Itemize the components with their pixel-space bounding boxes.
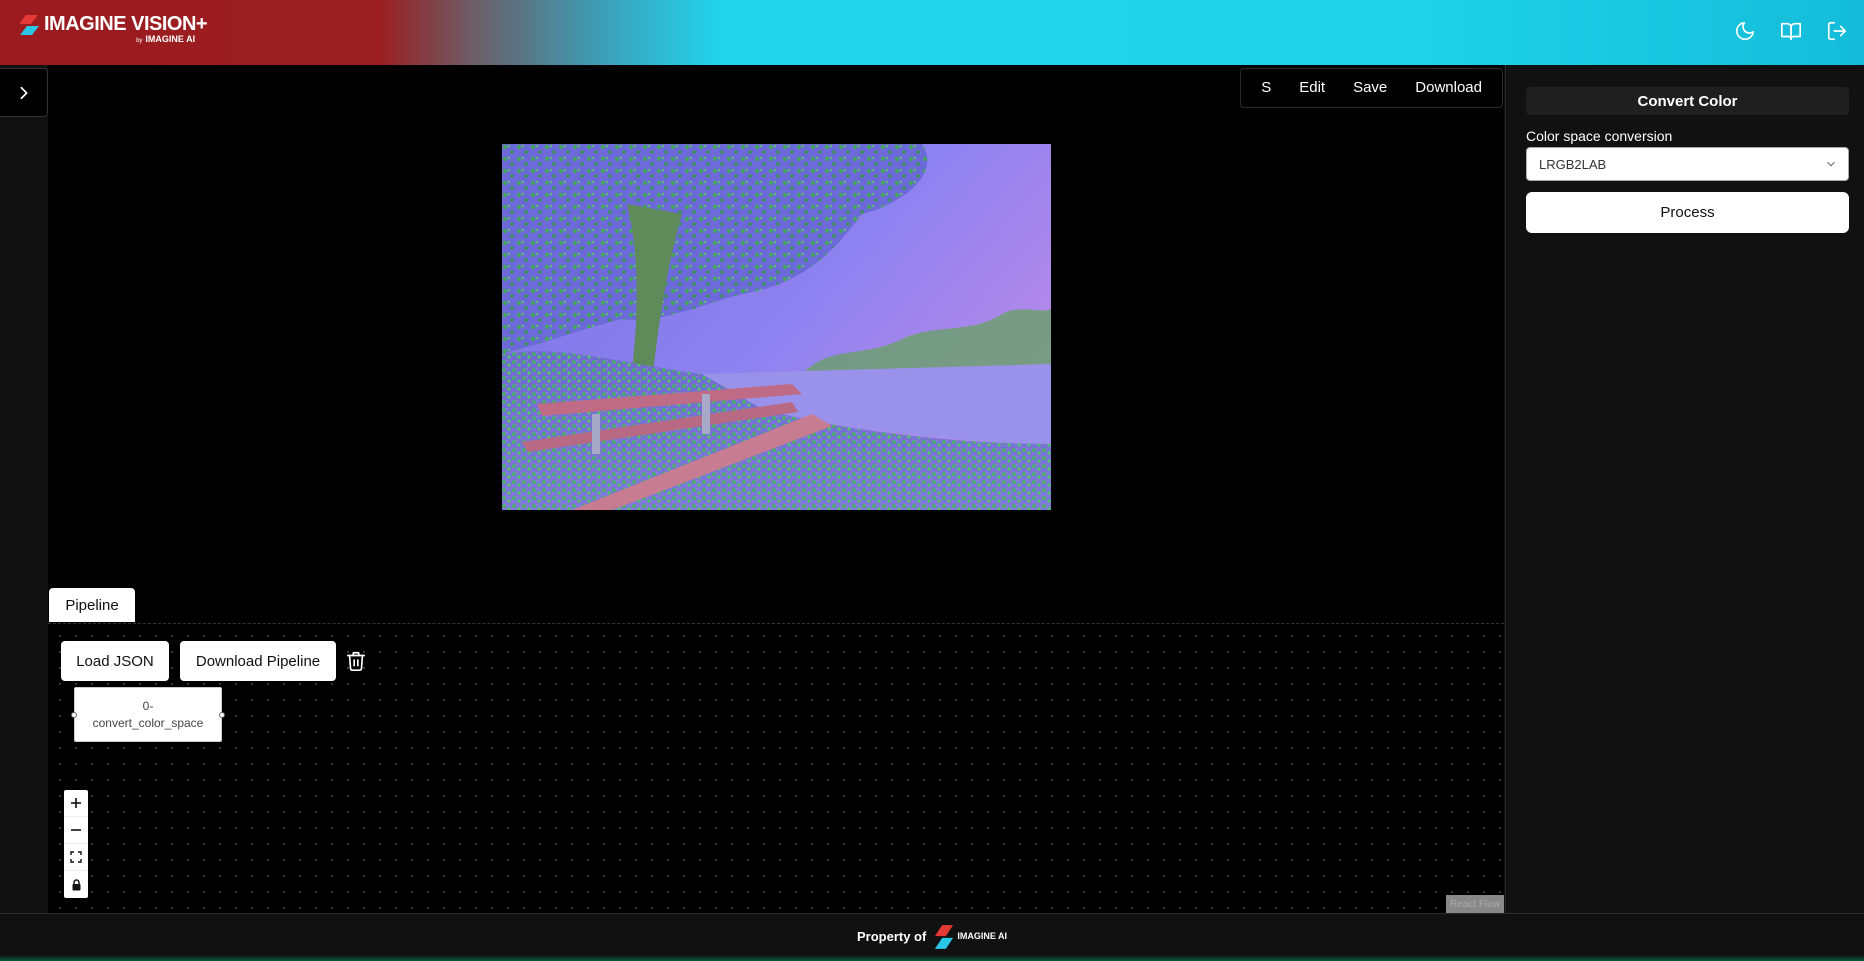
chevron-down-icon — [1827, 161, 1835, 167]
node-input-handle[interactable] — [71, 712, 77, 718]
lock-icon — [72, 878, 80, 890]
footer-text: Property of — [856, 929, 927, 944]
chevron-right-icon — [20, 86, 27, 99]
node-label-name: convert_color_space — [92, 715, 204, 730]
edit-button[interactable]: Edit — [1285, 68, 1339, 108]
pipeline-flow-canvas[interactable]: Load JSON Download Pipeline 0- convert_c… — [48, 623, 1504, 913]
app-logo[interactable]: IMAGINE VISION+ by IMAGINE AI — [18, 13, 208, 46]
footer: Property of IMAGINE AI — [0, 913, 1864, 961]
zoom-in-button[interactable] — [64, 790, 88, 817]
footer-logo-text: IMAGINE AI — [957, 931, 1007, 941]
image-toolbar: S Edit Save Download — [1240, 68, 1503, 108]
process-button[interactable]: Process — [1526, 192, 1849, 233]
zoom-out-button[interactable] — [64, 817, 88, 844]
react-flow-attribution[interactable]: React Flow — [1446, 895, 1504, 913]
download-pipeline-button[interactable]: Download Pipeline — [180, 641, 336, 681]
panel-title: Convert Color — [1526, 87, 1849, 115]
processed-image — [502, 144, 1051, 510]
pipeline-node[interactable]: 0- convert_color_space — [71, 687, 225, 742]
logout-icon[interactable] — [1824, 18, 1850, 44]
node-label-index: 0- — [142, 698, 154, 713]
left-sidebar-collapsed — [0, 65, 48, 913]
flow-controls — [64, 790, 88, 898]
tab-pipeline[interactable]: Pipeline — [49, 588, 135, 622]
color-space-select[interactable]: LRGB2LAB — [1526, 147, 1849, 181]
logo-mark-icon — [935, 924, 954, 949]
fit-view-button[interactable] — [64, 844, 88, 871]
load-json-button[interactable]: Load JSON — [61, 641, 169, 681]
logo-title: IMAGINE VISION+ — [44, 13, 208, 35]
settings-panel: Convert Color Color space conversion LRG… — [1505, 65, 1864, 913]
book-icon[interactable] — [1778, 18, 1804, 44]
logo-subtitle: by IMAGINE AI — [136, 34, 196, 44]
logo-mark-icon — [19, 15, 39, 35]
save-button[interactable]: Save — [1339, 68, 1401, 108]
moon-icon[interactable] — [1732, 18, 1758, 44]
color-space-label: Color space conversion — [1526, 128, 1673, 144]
fit-view-icon — [70, 851, 82, 863]
image-canvas: S Edit Save Download — [48, 65, 1504, 623]
lock-button[interactable] — [64, 871, 88, 898]
trash-icon[interactable] — [345, 650, 367, 672]
s-button[interactable]: S — [1247, 68, 1285, 108]
minus-icon — [71, 829, 81, 831]
bottom-accent-line — [0, 955, 1864, 961]
plus-icon — [71, 798, 81, 808]
sidebar-expand-button[interactable] — [0, 68, 48, 117]
download-button[interactable]: Download — [1401, 68, 1496, 108]
top-header: IMAGINE VISION+ by IMAGINE AI — [0, 0, 1864, 65]
node-output-handle[interactable] — [219, 712, 225, 718]
footer-logo[interactable]: IMAGINE AI — [934, 924, 1007, 949]
select-value: LRGB2LAB — [1539, 156, 1607, 172]
